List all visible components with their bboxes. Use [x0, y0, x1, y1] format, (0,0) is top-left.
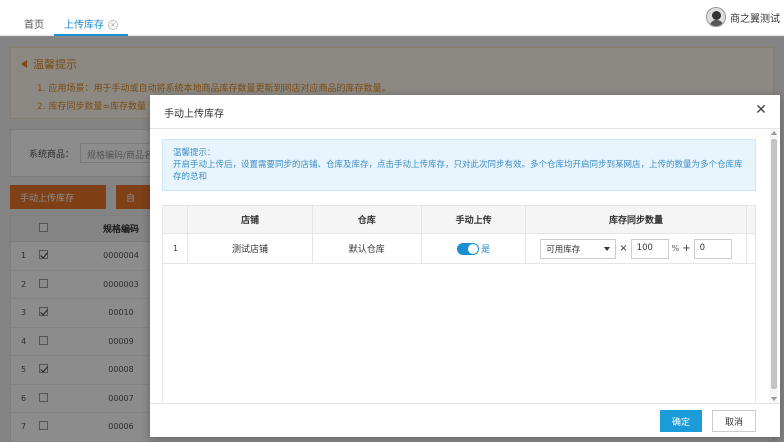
dialog-title: 手动上传库存 [164, 109, 224, 120]
avatar [706, 7, 726, 27]
stock-type-value: 可用库存 [546, 244, 581, 255]
user-menu[interactable]: 商之翼测试 [706, 5, 780, 29]
upload-stock-dialog: 手动上传库存 ✕ 温馨提示： 开启手动上传后，设置需要同步的店铺、仓库及库存，点… [150, 95, 780, 437]
confirm-button[interactable]: 确定 [660, 410, 702, 432]
tip-title: 温馨提示： [173, 148, 216, 158]
warehouse-name: 默认仓库 [311, 233, 422, 264]
stock-type-select[interactable]: 可用库存 [540, 238, 617, 259]
plus-sign: + [682, 243, 691, 254]
dialog-header: 手动上传库存 ✕ [150, 95, 780, 129]
row-index: 1 [161, 233, 189, 264]
add-value-input[interactable]: 0 [693, 238, 732, 259]
upload-toggle[interactable] [457, 242, 480, 255]
shop-sync-table: 店铺 仓库 手动上传 库存同步数量 1 测试店铺 默认仓库 是 可用库存 × 1… [161, 205, 757, 264]
col-sync-qty: 库存同步数量 [525, 205, 747, 234]
col-shop: 店铺 [187, 205, 313, 234]
dialog-scrollbar[interactable] [770, 129, 778, 403]
tab-home[interactable]: 首页 [14, 10, 54, 36]
sync-qty-cell: 可用库存 × 100 % + 0 [525, 233, 747, 264]
cancel-button[interactable]: 取消 [712, 410, 756, 432]
table-header: 店铺 仓库 手动上传 库存同步数量 [161, 205, 757, 234]
dialog-tip: 温馨提示： 开启手动上传后，设置需要同步的店铺、仓库及库存，点击手动上传库存，只… [162, 139, 756, 191]
tab-close-icon[interactable]: × [108, 20, 118, 30]
col-warehouse: 仓库 [311, 205, 422, 234]
tab-upload-stock[interactable]: 上传库存 × [54, 10, 128, 36]
close-icon[interactable]: ✕ [754, 103, 768, 117]
table-empty-area [162, 264, 756, 404]
tab-home-label: 首页 [24, 20, 44, 31]
tab-upload-stock-label: 上传库存 [64, 20, 104, 31]
upload-toggle-label: 是 [481, 245, 491, 255]
percent-sign: % [671, 244, 680, 253]
upload-toggle-cell: 是 [420, 233, 527, 264]
dialog-footer: 确定 取消 [150, 403, 780, 437]
top-bar: 首页 上传库存 × 商之翼测试 [0, 0, 784, 36]
percent-input[interactable]: 100 [630, 238, 669, 259]
tip-body: 开启手动上传后，设置需要同步的店铺、仓库及库存，点击手动上传库存，只对此次同步有… [173, 160, 743, 182]
chevron-down-icon [604, 246, 611, 251]
multiply-sign: × [619, 243, 628, 254]
shop-name: 测试店铺 [187, 233, 313, 264]
user-name: 商之翼测试 [730, 13, 780, 25]
col-manual-upload: 手动上传 [420, 205, 527, 234]
table-row: 1 测试店铺 默认仓库 是 可用库存 × 100 % + 0 [161, 233, 757, 264]
